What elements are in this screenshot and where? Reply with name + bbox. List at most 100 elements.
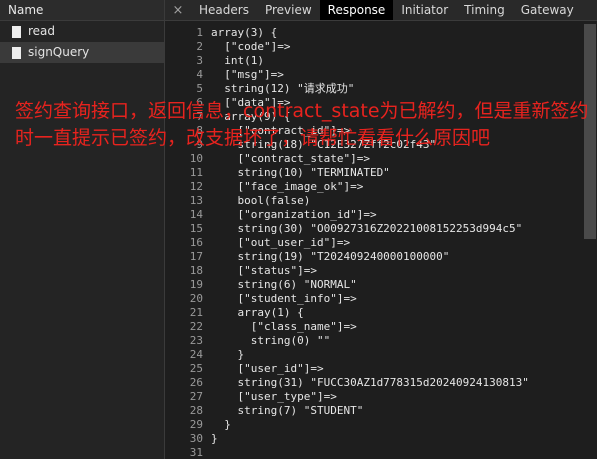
tab-gateway[interactable]: Gateway	[513, 0, 582, 20]
code-text: string(0) ""	[211, 334, 331, 347]
code-text: string(12) "请求成功"	[211, 82, 355, 95]
tab-preview[interactable]: Preview	[257, 0, 320, 20]
request-list: read signQuery	[0, 21, 164, 63]
line-number: 19	[189, 278, 203, 291]
request-name: read	[28, 24, 56, 38]
code-line: 31	[165, 446, 573, 459]
code-text: string(30) "O00927316Z20221008152253d994…	[211, 222, 523, 235]
tab-headers[interactable]: Headers	[191, 0, 257, 20]
line-number: 18	[189, 264, 203, 277]
code-text: string(18) "C12E327Zff2c02f43"	[211, 138, 437, 151]
request-name: signQuery	[28, 45, 90, 59]
code-line: 4 ["msg"]=>	[165, 68, 573, 82]
line-number: 4	[196, 68, 203, 81]
document-icon	[12, 46, 21, 59]
code-text: string(7) "STUDENT"	[211, 404, 364, 417]
code-line: 28 string(7) "STUDENT"	[165, 404, 573, 418]
code-line: 3 int(1)	[165, 54, 573, 68]
line-number: 27	[189, 390, 203, 403]
code-text: array(9) {	[211, 110, 291, 123]
scrollbar-thumb[interactable]	[584, 24, 596, 239]
line-number: 16	[189, 236, 203, 249]
line-number: 3	[196, 54, 203, 67]
code-line: 5 string(12) "请求成功"	[165, 82, 573, 96]
request-row-signQuery[interactable]: signQuery	[0, 42, 164, 63]
line-number: 9	[196, 138, 203, 151]
line-number: 22	[189, 320, 203, 333]
line-number: 8	[196, 124, 203, 137]
line-number: 26	[189, 376, 203, 389]
line-number: 2	[196, 40, 203, 53]
code-line: 1 array(3) {	[165, 26, 573, 40]
line-number: 30	[189, 432, 203, 445]
code-text: string(6) "NORMAL"	[211, 278, 357, 291]
code-text: string(31) "FUCC30AZ1d778315d20240924130…	[211, 376, 529, 389]
code-line: 11 string(10) "TERMINATED"	[165, 166, 573, 180]
tab-response[interactable]: Response	[319, 0, 394, 20]
line-number: 20	[189, 292, 203, 305]
code-line: 18 ["status"]=>	[165, 264, 573, 278]
line-number: 31	[189, 446, 203, 459]
request-row-read[interactable]: read	[0, 21, 164, 42]
document-icon	[12, 25, 21, 38]
line-number: 7	[196, 110, 203, 123]
code-line: 30}	[165, 432, 573, 446]
code-text: array(3) {	[211, 26, 278, 39]
code-line: 12 ["face_image_ok"]=>	[165, 180, 573, 194]
line-number: 1	[196, 26, 203, 39]
code-text: string(19) "T202409240000100000"	[211, 250, 450, 263]
code-text: bool(false)	[211, 194, 311, 207]
line-number: 25	[189, 362, 203, 375]
code-text: string(10) "TERMINATED"	[211, 166, 390, 179]
code-text: }	[211, 348, 245, 361]
code-text: }	[211, 432, 218, 445]
line-number: 14	[189, 208, 203, 221]
close-icon[interactable]: ×	[165, 3, 191, 18]
code-line: 19 string(6) "NORMAL"	[165, 278, 573, 292]
code-text: ["user_type"]=>	[211, 390, 337, 403]
tab-initiator[interactable]: Initiator	[393, 0, 456, 20]
line-number: 6	[196, 96, 203, 109]
code-line: 23 string(0) ""	[165, 334, 573, 348]
code-line: 10 ["contract_state"]=>	[165, 152, 573, 166]
line-number: 29	[189, 418, 203, 431]
code-text: ["code"]=>	[211, 40, 291, 53]
line-number: 13	[189, 194, 203, 207]
code-line: 22 ["class_name"]=>	[165, 320, 573, 334]
code-text: ["user_id"]=>	[211, 362, 324, 375]
code-line: 7 array(9) {	[165, 110, 573, 124]
code-text: ["contract_id"]=>	[211, 124, 351, 137]
line-number: 21	[189, 306, 203, 319]
code-line: 16 ["out_user_id"]=>	[165, 236, 573, 250]
response-body: 1 array(3) { 2 ["code"]=> 3 int(1) 4 ["msg"]…	[165, 26, 573, 459]
code-line: 13 bool(false)	[165, 194, 573, 208]
code-line: 20 ["student_info"]=>	[165, 292, 573, 306]
line-number: 23	[189, 334, 203, 347]
code-line: 9 string(18) "C12E327Zff2c02f43"	[165, 138, 573, 152]
code-text: ["data"]=>	[211, 96, 291, 109]
tab-list: Headers Preview Response Initiator Timing Gat…	[191, 0, 582, 20]
code-line: 27 ["user_type"]=>	[165, 390, 573, 404]
name-column-header[interactable]: Name	[0, 0, 164, 21]
code-text: ["class_name"]=>	[211, 320, 357, 333]
tab-timing[interactable]: Timing	[456, 0, 513, 20]
code-text: ["student_info"]=>	[211, 292, 357, 305]
details-tab-bar: × Headers Preview Response Initiator Timing G…	[165, 0, 597, 21]
code-line: 14 ["organization_id"]=>	[165, 208, 573, 222]
code-text: ["face_image_ok"]=>	[211, 180, 364, 193]
code-text: ["contract_state"]=>	[211, 152, 370, 165]
code-line: 8 ["contract_id"]=>	[165, 124, 573, 138]
code-line: 6 ["data"]=>	[165, 96, 573, 110]
code-line: 24 }	[165, 348, 573, 362]
code-text: array(1) {	[211, 306, 304, 319]
line-number: 12	[189, 180, 203, 193]
code-text: ["out_user_id"]=>	[211, 236, 351, 249]
line-number: 28	[189, 404, 203, 417]
code-text: ["organization_id"]=>	[211, 208, 377, 221]
code-text: ["status"]=>	[211, 264, 317, 277]
line-number: 17	[189, 250, 203, 263]
code-line: 29 }	[165, 418, 573, 432]
line-number: 11	[189, 166, 203, 179]
code-line: 15 string(30) "O00927316Z20221008152253d…	[165, 222, 573, 236]
code-line: 21 array(1) {	[165, 306, 573, 320]
